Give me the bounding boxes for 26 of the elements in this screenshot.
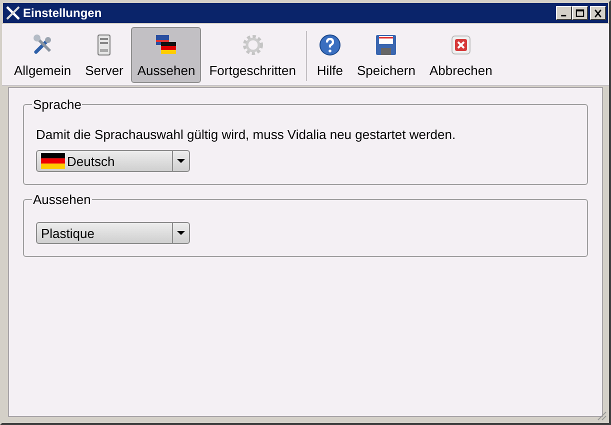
toolbar-tab[interactable]: Server — [79, 27, 130, 83]
tools-icon — [5, 5, 21, 21]
gear-icon — [240, 33, 265, 57]
maximize-button[interactable] — [572, 6, 588, 20]
dropdown[interactable]: Plastique — [36, 222, 190, 244]
window-title: Einstellungen — [23, 6, 102, 20]
minimize-button[interactable] — [556, 6, 572, 20]
toolbar-tab[interactable]: Fortgeschritten — [203, 27, 302, 83]
toolbar-button[interactable]: Hilfe — [310, 27, 349, 83]
caret-icon — [177, 159, 185, 163]
toolbar-tab[interactable]: Allgemein — [8, 27, 78, 83]
maximize-icon — [575, 8, 585, 18]
help-icon — [318, 33, 342, 57]
toolbar-button[interactable]: Abbrechen — [423, 27, 498, 83]
group-title: Sprache — [32, 97, 82, 112]
close-icon — [593, 8, 603, 18]
dropdown[interactable]: Deutsch — [36, 150, 190, 172]
flags-icon — [154, 33, 178, 57]
group-title: Aussehen — [32, 192, 92, 207]
toolbar-button[interactable]: Speichern — [350, 27, 422, 83]
resize-grip-icon — [595, 409, 607, 421]
cancel-icon — [448, 33, 473, 57]
toolbar-tab[interactable]: Aussehen — [131, 27, 202, 83]
caret-icon — [177, 231, 185, 235]
close-button[interactable] — [590, 6, 606, 20]
hint-text: Damit die Sprachauswahl gültig wird, muss Vidalia neu gestartet werden. — [36, 127, 457, 142]
